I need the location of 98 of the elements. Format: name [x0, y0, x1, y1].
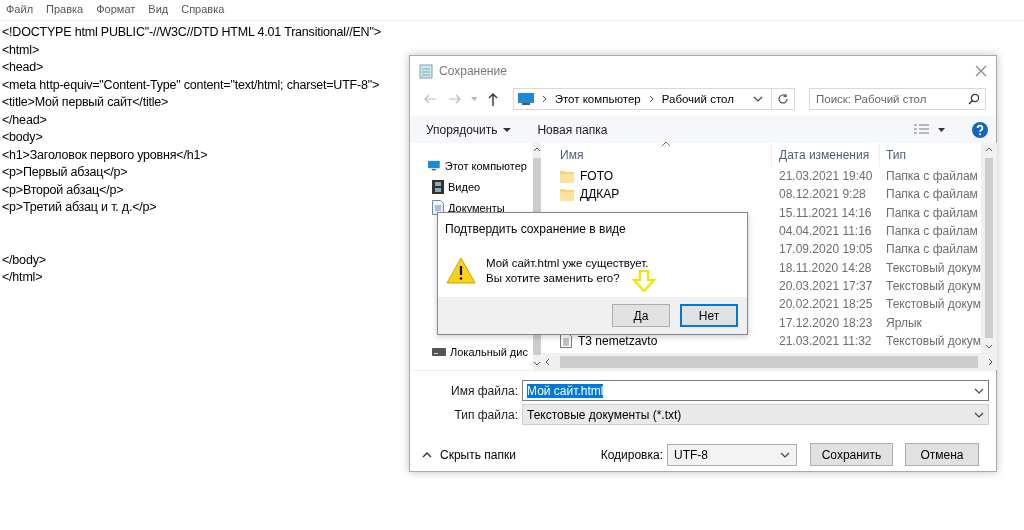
code-line: </html> — [2, 269, 43, 286]
drive-icon — [432, 347, 446, 356]
table-cell-text: Текстовый докум — [885, 332, 981, 350]
dropdown-icon[interactable] — [753, 96, 763, 102]
caret-icon — [503, 127, 512, 132]
menu-item[interactable]: Справка — [181, 3, 225, 17]
code-line: </head> — [2, 111, 47, 129]
table-cell-text: Ярлык — [885, 314, 923, 332]
window-title: Сохранение — [439, 64, 508, 78]
code-line: <!DOCTYPE html PUBLIC"-//W3C//DTD HTML 4.01 Transitional//EN"> — [2, 24, 381, 41]
film-icon — [432, 179, 444, 194]
close-icon[interactable] — [975, 64, 987, 77]
computer-icon — [428, 158, 440, 173]
message-text: Вы хотите заменить его? — [486, 272, 620, 284]
search-field[interactable]: Поиск: Рабочий стол — [809, 88, 986, 110]
scrollbar[interactable] — [980, 143, 997, 353]
file-name[interactable]: FOTO — [580, 169, 614, 184]
code-line: <meta http-equiv="Content-Type" content="text/html; charset=UTF-8"> — [2, 76, 380, 94]
code-line: <body> — [2, 129, 43, 146]
dialog-button[interactable]: Отмена — [905, 443, 979, 466]
table-cell-text: 20.03.2021 17:37 — [778, 277, 874, 295]
nav-item[interactable]: Этот компьютер — [410, 155, 533, 176]
chevron-icon — [541, 95, 547, 103]
address-bar[interactable]: Этот компьютер Рабочий стол — [512, 88, 795, 110]
scroll-down-icon[interactable] — [533, 361, 541, 366]
nav-item[interactable]: Видео — [410, 176, 533, 197]
table-cell-text: Текстовый докум — [885, 259, 981, 277]
table-cell-text: Папка с файлам — [885, 241, 979, 259]
table-cell-text: 18.11.2020 14:28 — [778, 259, 873, 277]
table-cell-text: Текстовый докум — [885, 296, 981, 314]
notepad-icon — [419, 63, 433, 79]
help-icon[interactable] — [972, 121, 988, 138]
sort-icon — [661, 141, 671, 147]
scroll-left-icon[interactable] — [545, 357, 550, 366]
up-arrow-icon[interactable] — [488, 92, 499, 106]
folder-icon — [560, 169, 574, 183]
scroll-up-icon[interactable] — [533, 147, 541, 152]
scroll-down-icon[interactable] — [984, 344, 993, 349]
scroll-right-icon[interactable] — [987, 357, 993, 366]
dropdown-icon[interactable] — [974, 411, 984, 418]
chevron-icon — [648, 95, 654, 103]
scroll-up-icon[interactable] — [984, 147, 993, 152]
dropdown-icon[interactable] — [974, 387, 984, 394]
code-line: <p>Третий абзац и т. д.</p> — [2, 199, 157, 216]
table-cell-text: Папка с файлам — [885, 168, 979, 186]
column-header[interactable]: Имя — [541, 148, 771, 162]
new-folder-button[interactable]: Новая папка — [537, 122, 608, 137]
menu-item[interactable]: Формат — [96, 3, 136, 17]
dialog-button[interactable]: Сохранить — [810, 443, 893, 466]
table-cell-text: 21.03.2021 19:40 — [778, 168, 874, 186]
dropdown-icon[interactable] — [780, 451, 790, 458]
table-cell-text: Папка с файлам — [885, 204, 979, 222]
folder-icon — [560, 187, 574, 201]
dialog-button[interactable]: Нет — [680, 304, 738, 327]
code-line: </body> — [2, 251, 46, 269]
message-text: Мой сайт.html уже существует. — [486, 257, 649, 269]
table-cell-text: 15.11.2021 14:16 — [778, 204, 873, 222]
field-label: Тип файла: — [453, 407, 519, 422]
code-line: <head> — [2, 59, 44, 76]
file-type-select[interactable]: Текстовые документы (*.txt) — [522, 404, 989, 425]
warning-icon — [446, 257, 476, 284]
computer-icon — [517, 93, 534, 105]
arrow-icon — [632, 270, 656, 292]
file-name[interactable]: ДДКАР — [580, 187, 620, 202]
menu-item[interactable]: Файл — [6, 3, 34, 17]
table-cell-text: Текстовый докум — [885, 277, 981, 295]
code-line: <h1>Заголовок первого уровня</h1> — [2, 146, 208, 164]
field-label: Имя файла: — [450, 383, 519, 398]
menu-item[interactable]: Вид — [148, 3, 169, 17]
table-cell-text: 08.12.2021 9:28 — [778, 186, 867, 204]
code-line: <title>Мой первый сайт</title> — [2, 94, 169, 111]
table-cell-text: 17.09.2020 19:05 — [778, 241, 874, 259]
dialog-button[interactable]: Да — [612, 304, 670, 327]
code-line: <p>Первый абзац</p> — [2, 164, 128, 181]
nav-item[interactable]: Локальный дис — [410, 341, 534, 362]
field-label: Кодировка: — [600, 447, 663, 462]
file-name[interactable]: Т3 nemetzavto — [578, 333, 658, 348]
hide-folders-button[interactable]: Скрыть папки — [422, 447, 516, 462]
menu-item[interactable]: Правка — [46, 3, 84, 17]
code-line: <p>Второй абзац</p> — [2, 181, 124, 199]
code-line: <html> — [2, 41, 39, 59]
table-cell-text: Папка с файлам — [885, 186, 979, 204]
table-cell-text: Папка с файлам — [885, 223, 979, 241]
table-cell-text: 21.03.2021 11:32 — [778, 332, 873, 350]
table-cell-text: 17.12.2020 18:23 — [778, 314, 874, 332]
file-name-field[interactable]: Мой сайт.html — [522, 380, 989, 401]
column-header[interactable]: Дата изменения — [771, 143, 879, 167]
search-icon — [968, 93, 980, 105]
scrollbar[interactable] — [541, 353, 997, 370]
column-header[interactable]: Тип — [879, 143, 981, 167]
view-icon[interactable] — [914, 123, 946, 136]
organize-button[interactable]: Упорядочить — [426, 122, 512, 137]
dialog-title: Подтвердить сохранение в виде — [444, 221, 627, 238]
refresh-icon[interactable] — [777, 93, 789, 105]
table-cell-text: 20.02.2021 18:25 — [778, 296, 874, 314]
table-cell-text: 04.04.2021 11:16 — [778, 223, 873, 241]
encoding-select[interactable]: UTF-8 — [667, 443, 797, 466]
caret-icon — [422, 451, 432, 458]
